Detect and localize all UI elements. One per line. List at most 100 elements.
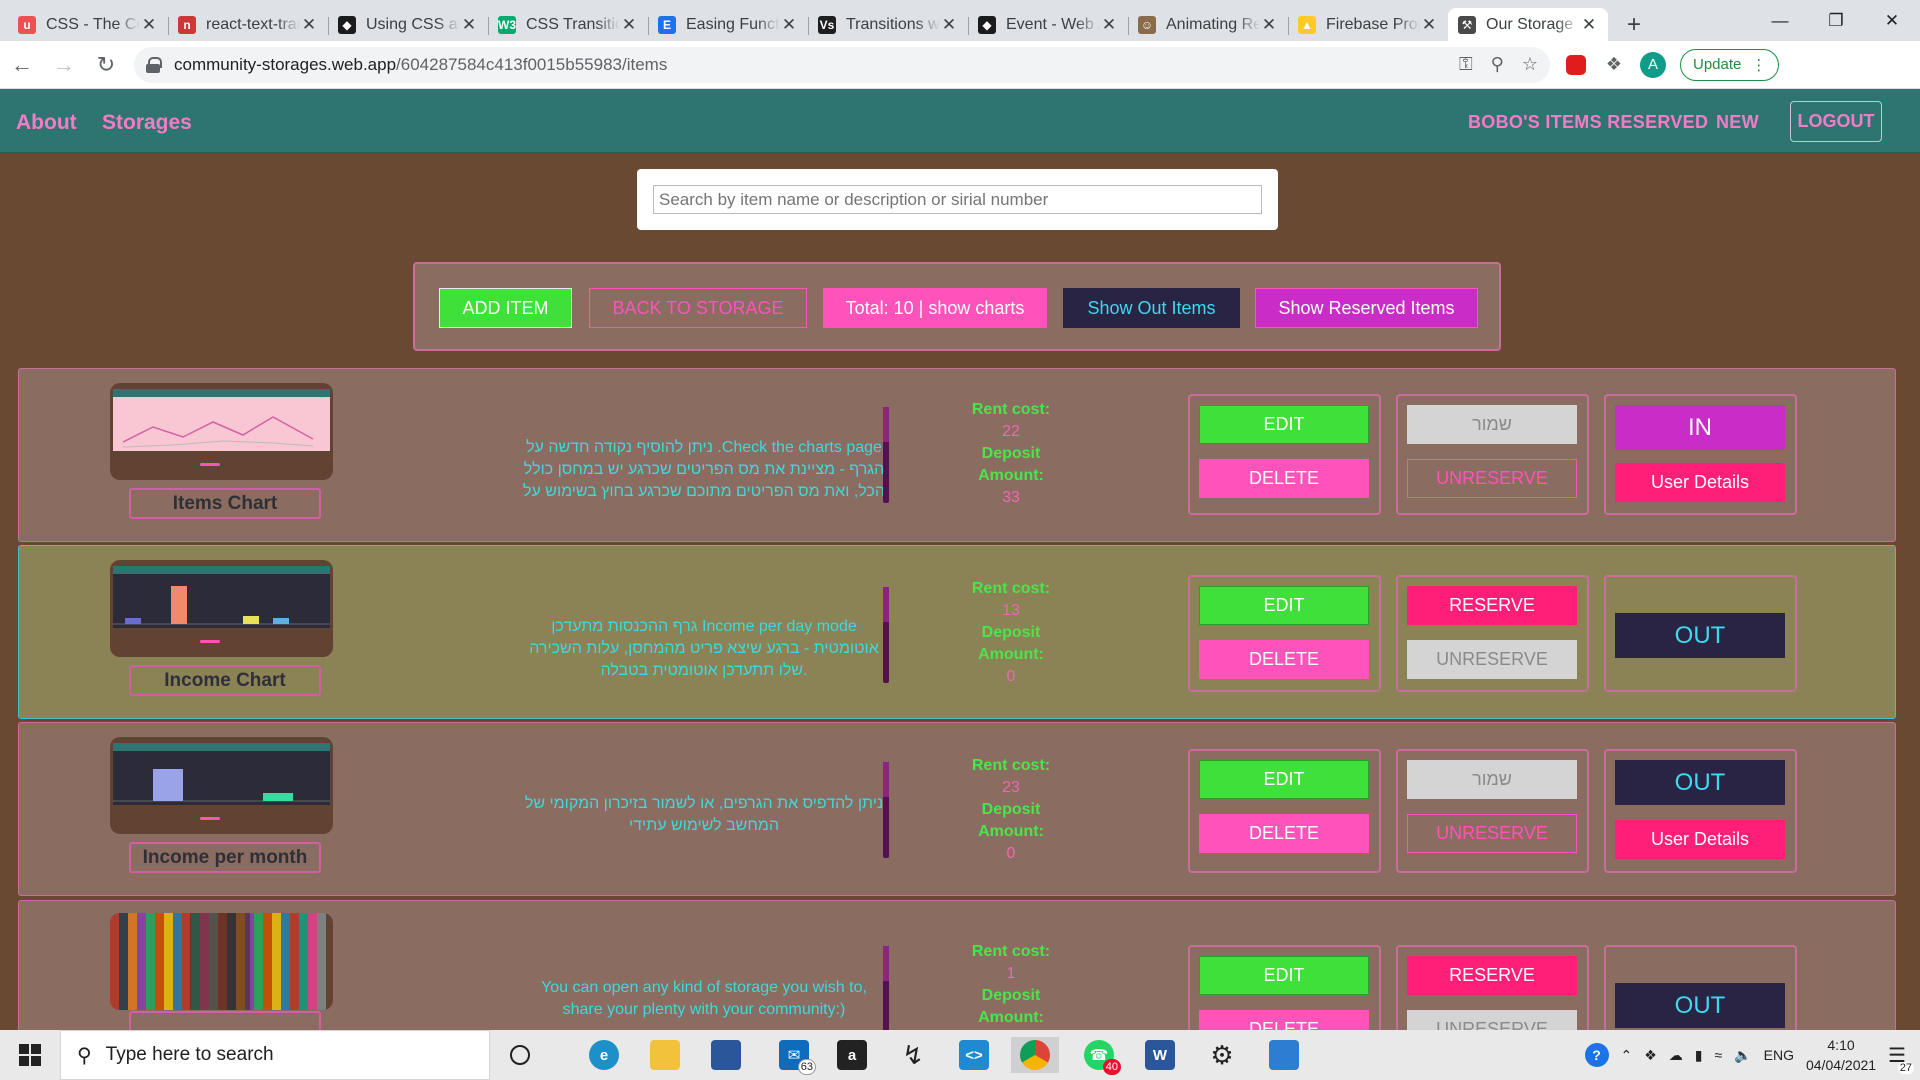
cloud-icon[interactable]: ☁	[1669, 1047, 1683, 1064]
user-details-button[interactable]: User Details	[1615, 820, 1785, 859]
bolt-app-icon[interactable]: ↯	[889, 1037, 937, 1073]
tab-close-icon[interactable]: ✕	[300, 15, 318, 35]
key-icon[interactable]: ⚿	[1459, 54, 1473, 75]
chrome-icon[interactable]	[1011, 1037, 1059, 1073]
minimize-icon[interactable]: —	[1752, 0, 1808, 41]
extensions-puzzle-icon[interactable]: ❖	[1602, 53, 1626, 77]
photos-icon[interactable]	[1260, 1037, 1308, 1073]
dropbox-icon[interactable]: ❖	[1644, 1047, 1657, 1064]
tab-close-icon[interactable]: ✕	[1580, 15, 1598, 35]
notifications-icon[interactable]: ☰ 27	[1888, 1043, 1914, 1074]
adblock-icon[interactable]	[1564, 53, 1588, 77]
bookmark-star-icon[interactable]: ☆	[1522, 54, 1538, 75]
edit-button[interactable]: EDIT	[1199, 405, 1369, 444]
reserve-button[interactable]: שמור	[1407, 760, 1577, 799]
browser-tab[interactable]: ◆ Event - Web APIs✕	[968, 8, 1128, 41]
settings-gear-icon[interactable]: ⚙	[1198, 1037, 1246, 1073]
browser-tab[interactable]: ◆ Using CSS animations✕	[328, 8, 488, 41]
tab-close-icon[interactable]: ✕	[620, 15, 638, 35]
browser-tab[interactable]: W3 CSS Transitions✕	[488, 8, 648, 41]
language-indicator[interactable]: ENG	[1764, 1047, 1794, 1063]
tab-close-icon[interactable]: ✕	[460, 15, 478, 35]
item-image[interactable]	[110, 913, 333, 1010]
reserve-button[interactable]: RESERVE	[1407, 956, 1577, 995]
unreserve-button[interactable]: UNRESERVE	[1407, 640, 1577, 679]
show-out-items-button[interactable]: Show Out Items	[1063, 288, 1240, 328]
unreserve-button[interactable]: UNRESERVE	[1407, 814, 1577, 853]
item-image[interactable]	[110, 737, 333, 834]
tab-close-icon[interactable]: ✕	[140, 15, 158, 35]
browser-tab[interactable]: n react-text-transition✕	[168, 8, 328, 41]
word-icon[interactable]: W	[1136, 1037, 1184, 1073]
address-bar[interactable]: community-storages.web.app/604287584c413…	[134, 46, 1550, 83]
edit-button[interactable]: EDIT	[1199, 760, 1369, 799]
item-costs: Rent cost: 1 Deposit Amount:	[939, 941, 1083, 1029]
nav-reserved-link[interactable]: BOBO'S ITEMS RESERVED	[1468, 112, 1708, 133]
browser-tab[interactable]: Vs Transitions with✕	[808, 8, 968, 41]
profile-avatar[interactable]: A	[1640, 51, 1666, 78]
user-details-button[interactable]: User Details	[1615, 463, 1785, 502]
new-tab-button[interactable]: +	[1616, 8, 1652, 41]
unreserve-button[interactable]: UNRESERVE	[1407, 459, 1577, 498]
edit-button[interactable]: EDIT	[1199, 586, 1369, 625]
reload-icon[interactable]: ↻	[86, 45, 126, 85]
store-icon[interactable]	[702, 1037, 750, 1073]
delete-button[interactable]: DELETE	[1199, 814, 1369, 853]
reserve-button[interactable]: שמור	[1407, 405, 1577, 444]
add-item-button[interactable]: ADD ITEM	[439, 288, 572, 328]
zoom-icon[interactable]: ⚲	[1491, 54, 1504, 75]
nav-storages-link[interactable]: Storages	[102, 111, 192, 135]
tab-close-icon[interactable]: ✕	[1260, 15, 1278, 35]
chevron-up-icon[interactable]: ⌃	[1621, 1047, 1633, 1064]
amazon-icon[interactable]: a	[828, 1037, 876, 1073]
close-window-icon[interactable]: ✕	[1864, 0, 1920, 41]
help-icon[interactable]: ?	[1584, 1043, 1609, 1067]
clock[interactable]: 4:10 04/04/2021	[1806, 1035, 1876, 1075]
url-host: community-storages.web.app	[174, 54, 397, 74]
file-explorer-icon[interactable]	[641, 1037, 689, 1073]
delete-button[interactable]: DELETE	[1199, 640, 1369, 679]
tab-close-icon[interactable]: ✕	[1100, 15, 1118, 35]
tab-favicon-icon: ⚒	[1458, 15, 1476, 34]
tab-close-icon[interactable]: ✕	[940, 15, 958, 35]
battery-icon[interactable]: ▮	[1695, 1047, 1703, 1064]
whatsapp-icon[interactable]: ☎ 40	[1075, 1037, 1123, 1075]
edge-icon[interactable]: e	[580, 1037, 628, 1073]
tab-close-icon[interactable]: ✕	[1420, 15, 1438, 35]
vscode-icon[interactable]: <>	[950, 1037, 998, 1073]
browser-tab[interactable]: ⚒ Our Storage ✕	[1448, 8, 1608, 41]
browser-tab[interactable]: ☺ Animating React✕	[1128, 8, 1288, 41]
forward-arrow-icon[interactable]: →	[44, 45, 84, 85]
reserve-button[interactable]: RESERVE	[1407, 586, 1577, 625]
back-arrow-icon[interactable]: ←	[2, 45, 42, 85]
item-image[interactable]	[110, 383, 333, 480]
status-button[interactable]: IN	[1615, 405, 1785, 450]
browser-tab[interactable]: ▲ Firebase Project✕	[1288, 8, 1448, 41]
restore-icon[interactable]: ❐	[1808, 0, 1864, 41]
tab-close-icon[interactable]: ✕	[780, 15, 798, 35]
windows-start-icon[interactable]	[6, 1037, 54, 1073]
back-to-storage-button[interactable]: BACK TO STORAGE	[589, 288, 807, 328]
mail-icon[interactable]: ✉ 63	[770, 1037, 818, 1075]
edit-button[interactable]: EDIT	[1199, 956, 1369, 995]
status-button[interactable]: OUT	[1615, 983, 1785, 1028]
search-input[interactable]	[653, 185, 1262, 214]
browser-tab[interactable]: E Easing Functions✕	[648, 8, 808, 41]
item-image[interactable]	[110, 560, 333, 657]
status-button[interactable]: OUT	[1615, 613, 1785, 658]
chrome-update-button[interactable]: Update ⋮	[1680, 48, 1780, 81]
volume-icon[interactable]: 🔈	[1734, 1047, 1751, 1064]
item-row: Income per month ניתן להדפיס את הגרפים, א…	[18, 722, 1896, 896]
cortana-icon[interactable]	[496, 1037, 544, 1073]
delete-button[interactable]: DELETE	[1199, 459, 1369, 498]
nav-about-link[interactable]: About	[16, 111, 77, 135]
wifi-icon[interactable]: ≈	[1715, 1047, 1723, 1063]
nav-new-link[interactable]: NEW	[1716, 112, 1759, 133]
show-charts-button[interactable]: Total: 10 | show charts	[823, 288, 1047, 328]
status-button[interactable]: OUT	[1615, 760, 1785, 805]
logout-button[interactable]: LOGOUT	[1790, 101, 1882, 142]
taskbar-search-box[interactable]: ⚲ Type here to search	[60, 1030, 490, 1080]
browser-tab[interactable]: u CSS - The Complete Guide✕	[8, 8, 168, 41]
show-reserved-items-button[interactable]: Show Reserved Items	[1255, 288, 1478, 328]
tab-favicon-icon: ☺	[1138, 15, 1156, 34]
